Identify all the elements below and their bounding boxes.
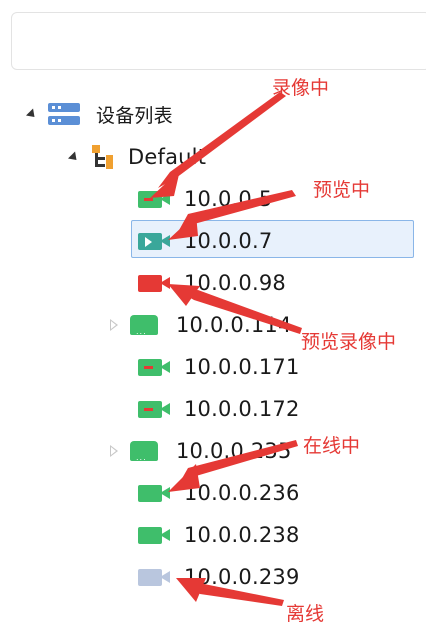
annotation-arrows: [150, 92, 302, 606]
arrow-online-head: [168, 464, 200, 492]
arrow-previewing-head: [168, 214, 198, 240]
arrow-preview-recording: [180, 290, 302, 334]
